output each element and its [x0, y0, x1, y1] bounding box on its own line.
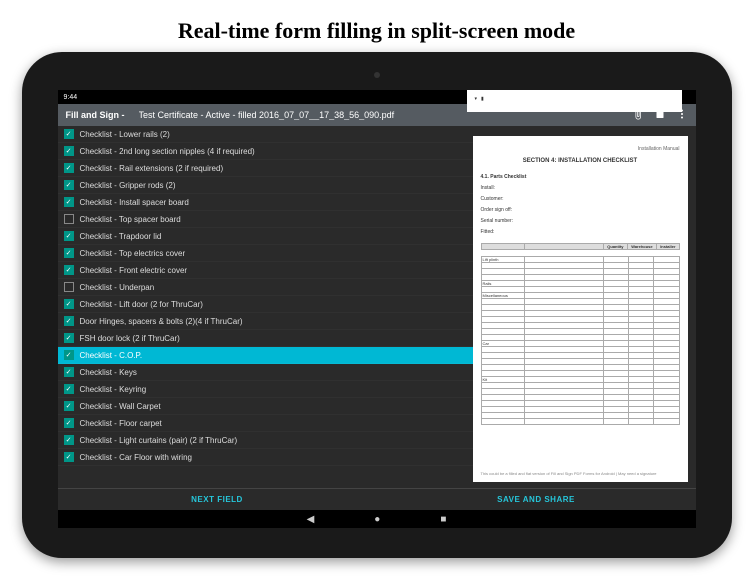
checkbox[interactable]: ✓ — [64, 299, 74, 309]
checklist-row[interactable]: ✓ FSH door lock (2 if ThruCar) — [58, 330, 473, 347]
checkbox[interactable]: ✓ — [64, 384, 74, 394]
doc-footer-note: This could be a filled and flat version … — [481, 471, 680, 476]
checkbox[interactable]: ✓ — [64, 316, 74, 326]
checklist-row[interactable]: ✓ Checklist - Light curtains (pair) (2 if… — [58, 432, 473, 449]
tablet-frame: 9:44 ▾ ▮ Fill and Sign - Test Certificat… — [22, 52, 732, 558]
checkbox[interactable]: ✓ — [64, 367, 74, 377]
checkbox[interactable]: ✓ — [64, 350, 74, 360]
checklist-row[interactable]: ✓ Checklist - Top electrics cover — [58, 245, 473, 262]
doc-field: Fitted: — [481, 227, 680, 237]
checkbox[interactable]: ✓ — [64, 418, 74, 428]
checklist-label: Checklist - Keys — [80, 368, 137, 377]
checkbox[interactable]: ✓ — [64, 163, 74, 173]
pdf-preview[interactable]: Installation Manual SECTION 4: INSTALLAT… — [473, 136, 688, 482]
checkbox[interactable]: ✓ — [64, 248, 74, 258]
checklist-row[interactable]: ✓ Checklist - Rail extensions (2 if requi… — [58, 160, 473, 177]
checkbox[interactable]: ✓ — [64, 452, 74, 462]
status-icons: ▾ ▮ — [467, 90, 682, 112]
checklist-row[interactable]: ✓ Checklist - Install spacer board — [58, 194, 473, 211]
doc-form-block: 4.1. Parts Checklist Install: Customer: … — [481, 172, 680, 237]
nav-back-icon[interactable]: ◀ — [307, 514, 315, 525]
doc-manual-label: Installation Manual — [481, 146, 680, 152]
checklist-label: Checklist - Trapdoor lid — [80, 232, 162, 241]
battery-icon: ▮ — [481, 96, 484, 102]
doc-table: QuantityWarehouseInstaller — [481, 243, 680, 250]
checkbox[interactable] — [64, 214, 74, 224]
checkbox[interactable]: ✓ — [64, 435, 74, 445]
checklist-label: Checklist - 2nd long section nipples (4 … — [80, 147, 255, 156]
checklist-label: Checklist - C.O.P. — [80, 351, 143, 360]
checkbox[interactable]: ✓ — [64, 146, 74, 156]
status-bar: 9:44 ▾ ▮ — [58, 90, 696, 104]
checklist-label: Checklist - Lift door (2 for ThruCar) — [80, 300, 203, 309]
nav-home-icon[interactable]: ● — [374, 514, 380, 525]
checklist-label: Checklist - Top electrics cover — [80, 249, 186, 258]
save-share-button[interactable]: SAVE AND SHARE — [377, 489, 696, 510]
next-field-button[interactable]: NEXT FIELD — [58, 489, 377, 510]
checklist-label: Checklist - Wall Carpet — [80, 402, 161, 411]
camera-dot — [374, 72, 380, 78]
checkbox[interactable]: ✓ — [64, 180, 74, 190]
checklist-label: Checklist - Gripper rods (2) — [80, 181, 176, 190]
bottom-bar: NEXT FIELD SAVE AND SHARE — [58, 488, 696, 510]
checklist-label: Checklist - Keyring — [80, 385, 147, 394]
checklist-label: FSH door lock (2 if ThruCar) — [80, 334, 180, 343]
checklist-row[interactable]: ✓ Checklist - Wall Carpet — [58, 398, 473, 415]
checklist-panel[interactable]: ✓ Checklist - Lower rails (2) ✓ Checklist -… — [58, 126, 473, 488]
nav-recent-icon[interactable]: ■ — [440, 514, 446, 525]
checkbox[interactable] — [64, 282, 74, 292]
doc-field: Order sign off: — [481, 205, 680, 215]
doc-subsection: 4.1. Parts Checklist — [481, 172, 680, 182]
checkbox[interactable]: ✓ — [64, 333, 74, 343]
doc-field: Serial number: — [481, 216, 680, 226]
checklist-label: Checklist - Lower rails (2) — [80, 130, 170, 139]
checklist-row[interactable]: ✓ Checklist - Gripper rods (2) — [58, 177, 473, 194]
checklist-label: Checklist - Light curtains (pair) (2 if … — [80, 436, 238, 445]
checklist-row[interactable]: ✓ Door Hinges, spacers & bolts (2)(4 if T… — [58, 313, 473, 330]
android-nav-bar: ◀ ● ■ — [58, 510, 696, 528]
checklist-row[interactable]: Checklist - Underpan — [58, 279, 473, 296]
checkbox[interactable]: ✓ — [64, 401, 74, 411]
page-heading: Real-time form filling in split-screen m… — [178, 18, 575, 44]
checklist-label: Checklist - Underpan — [80, 283, 155, 292]
checklist-row[interactable]: ✓ Checklist - Keys — [58, 364, 473, 381]
checklist-label: Door Hinges, spacers & bolts (2)(4 if Th… — [80, 317, 243, 326]
split-content: ✓ Checklist - Lower rails (2) ✓ Checklist -… — [58, 126, 696, 488]
checklist-row[interactable]: ✓ Checklist - Lower rails (2) — [58, 126, 473, 143]
checkbox[interactable]: ✓ — [64, 129, 74, 139]
checklist-label: Checklist - Install spacer board — [80, 198, 189, 207]
doc-section-title: SECTION 4: INSTALLATION CHECKLIST — [481, 158, 680, 164]
checklist-label: Checklist - Rail extensions (2 if requir… — [80, 164, 224, 173]
checklist-row[interactable]: ✓ Checklist - Front electric cover — [58, 262, 473, 279]
checklist-row[interactable]: Checklist - Top spacer board — [58, 211, 473, 228]
checklist-label: Checklist - Car Floor with wiring — [80, 453, 192, 462]
checklist-row[interactable]: ✓ Checklist - Floor carpet — [58, 415, 473, 432]
checklist-label: Checklist - Front electric cover — [80, 266, 188, 275]
checklist-row[interactable]: ✓ Checklist - 2nd long section nipples (4… — [58, 143, 473, 160]
screen: 9:44 ▾ ▮ Fill and Sign - Test Certificat… — [58, 90, 696, 528]
app-title: Fill and Sign - — [66, 110, 125, 120]
checklist-label: Checklist - Top spacer board — [80, 215, 181, 224]
checklist-label: Checklist - Floor carpet — [80, 419, 162, 428]
checkbox[interactable]: ✓ — [64, 265, 74, 275]
checklist-row[interactable]: ✓ Checklist - C.O.P. — [58, 347, 473, 364]
status-time: 9:44 — [64, 94, 78, 101]
checklist-row[interactable]: ✓ Checklist - Lift door (2 for ThruCar) — [58, 296, 473, 313]
checklist-row[interactable]: ✓ Checklist - Car Floor with wiring — [58, 449, 473, 466]
checklist-row[interactable]: ✓ Checklist - Keyring — [58, 381, 473, 398]
checkbox[interactable]: ✓ — [64, 197, 74, 207]
wifi-icon: ▾ — [475, 96, 478, 102]
doc-field: Install: — [481, 183, 680, 193]
checklist-row[interactable]: ✓ Checklist - Trapdoor lid — [58, 228, 473, 245]
checkbox[interactable]: ✓ — [64, 231, 74, 241]
doc-field: Customer: — [481, 194, 680, 204]
